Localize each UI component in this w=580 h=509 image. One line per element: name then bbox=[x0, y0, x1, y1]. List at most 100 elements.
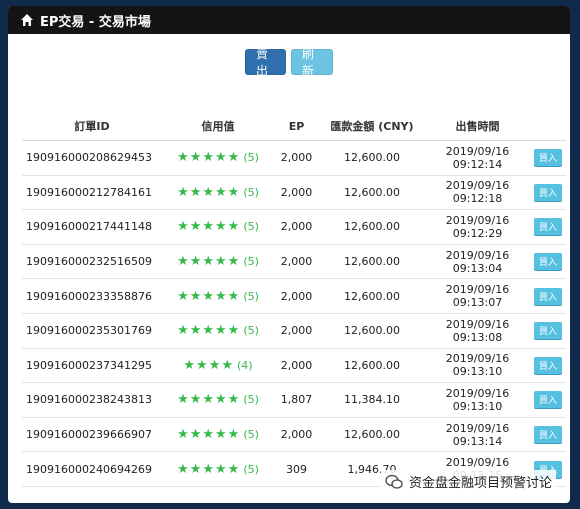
sell-button[interactable]: 賣出 bbox=[245, 47, 286, 78]
buy-button[interactable]: 買入 bbox=[534, 183, 562, 201]
ep-amount: 2,000 bbox=[280, 220, 313, 234]
watermark-text: 资金盘金融项目预警讨论 bbox=[408, 476, 552, 491]
star-rating-icon: ★★★★★ bbox=[177, 219, 241, 235]
credit-rating: ★★★★★ (5) bbox=[162, 392, 274, 407]
rating-value: (5) bbox=[243, 324, 259, 338]
rating-value: (5) bbox=[243, 220, 259, 234]
wechat-icon bbox=[385, 474, 403, 490]
sale-time: 2019/09/16 09:13:07 bbox=[445, 283, 510, 310]
buy-button[interactable]: 買入 bbox=[534, 253, 562, 271]
sale-time: 2019/09/16 09:13:14 bbox=[445, 421, 510, 448]
buy-button[interactable]: 買入 bbox=[534, 391, 562, 409]
credit-rating: ★★★★★ (5) bbox=[162, 150, 274, 165]
rating-value: (4) bbox=[237, 358, 253, 372]
star-rating-icon: ★★★★★ bbox=[177, 184, 241, 200]
sale-time: 2019/09/16 09:13:08 bbox=[445, 317, 510, 344]
order-id: 190916000240694269 bbox=[26, 462, 152, 476]
remittance-amount: 12,600.00 bbox=[344, 220, 400, 234]
credit-rating: ★★★★★ (5) bbox=[162, 427, 274, 442]
ep-amount: 2,000 bbox=[280, 428, 313, 442]
table-row: 190916000235301769 ★★★★★ (5) 2,000 12,600… bbox=[22, 314, 566, 349]
ep-amount: 309 bbox=[286, 462, 307, 476]
column-header-amount: 匯款金額 (CNY) bbox=[330, 120, 414, 133]
remittance-amount: 12,600.00 bbox=[344, 185, 400, 199]
ep-amount: 2,000 bbox=[280, 358, 313, 372]
star-rating-icon: ★★★★★ bbox=[177, 461, 241, 477]
order-id: 190916000233358876 bbox=[26, 289, 152, 303]
ep-amount: 1,807 bbox=[280, 393, 313, 407]
column-header-sale-time: 出售時間 bbox=[455, 120, 500, 133]
market-table: 訂單ID 信用值 EP 匯款金額 (CNY) 出售時間 190916000208… bbox=[22, 112, 566, 487]
table-row: 190916000232516509 ★★★★★ (5) 2,000 12,600… bbox=[22, 245, 566, 280]
home-icon[interactable] bbox=[20, 13, 34, 27]
order-id: 190916000237341295 bbox=[26, 358, 152, 372]
credit-rating: ★★★★★ (5) bbox=[162, 289, 274, 304]
star-rating-icon: ★★★★★ bbox=[177, 392, 241, 408]
sale-time: 2019/09/16 09:13:10 bbox=[445, 352, 510, 379]
credit-rating: ★★★★★ (5) bbox=[162, 219, 274, 234]
page-title: EP交易 - 交易市場 bbox=[40, 14, 151, 30]
remittance-amount: 12,600.00 bbox=[344, 358, 400, 372]
ep-amount: 2,000 bbox=[280, 289, 313, 303]
buy-button[interactable]: 買入 bbox=[534, 322, 562, 340]
sale-time: 2019/09/16 09:12:29 bbox=[445, 213, 510, 240]
star-rating-icon: ★★★★★ bbox=[177, 427, 241, 443]
credit-rating: ★★★★ (4) bbox=[162, 358, 274, 373]
title-bar: EP交易 - 交易市場 bbox=[8, 6, 570, 34]
ep-amount: 2,000 bbox=[280, 255, 313, 269]
star-rating-icon: ★★★★ bbox=[183, 357, 235, 373]
rating-value: (5) bbox=[243, 185, 259, 199]
table-row: 190916000237341295 ★★★★ (4) 2,000 12,600.… bbox=[22, 349, 566, 384]
table-row: 190916000238243813 ★★★★★ (5) 1,807 11,384… bbox=[22, 383, 566, 418]
column-header-ep: EP bbox=[288, 119, 305, 133]
table-row: 190916000233358876 ★★★★★ (5) 2,000 12,600… bbox=[22, 279, 566, 314]
app-window: EP交易 - 交易市場 賣出 刷新 訂單ID 信用值 EP 匯款金額 (CNY)… bbox=[8, 6, 570, 503]
rating-value: (5) bbox=[243, 151, 259, 165]
table-row: 190916000212784161 ★★★★★ (5) 2,000 12,600… bbox=[22, 176, 566, 211]
rating-value: (5) bbox=[243, 462, 259, 476]
rating-value: (5) bbox=[243, 289, 259, 303]
sale-time: 2019/09/16 09:13:04 bbox=[445, 248, 510, 275]
column-header-order-id: 訂單ID bbox=[74, 120, 110, 133]
rating-value: (5) bbox=[243, 393, 259, 407]
order-id: 190916000208629453 bbox=[26, 151, 152, 165]
remittance-amount: 12,600.00 bbox=[344, 428, 400, 442]
buy-button[interactable]: 買入 bbox=[534, 426, 562, 444]
column-header-credit: 信用值 bbox=[201, 120, 235, 133]
order-id: 190916000239666907 bbox=[26, 428, 152, 442]
sale-time: 2019/09/16 09:12:14 bbox=[445, 144, 510, 171]
star-rating-icon: ★★★★★ bbox=[177, 150, 241, 166]
order-id: 190916000235301769 bbox=[26, 324, 152, 338]
ep-amount: 2,000 bbox=[280, 324, 313, 338]
rating-value: (5) bbox=[243, 255, 259, 269]
star-rating-icon: ★★★★★ bbox=[177, 288, 241, 304]
remittance-amount: 12,600.00 bbox=[344, 151, 400, 165]
remittance-amount: 11,384.10 bbox=[344, 393, 400, 407]
sale-time: 2019/09/16 09:12:18 bbox=[445, 179, 510, 206]
order-id: 190916000212784161 bbox=[26, 185, 152, 199]
credit-rating: ★★★★★ (5) bbox=[162, 185, 274, 200]
buy-button[interactable]: 買入 bbox=[534, 356, 562, 374]
table-row: 190916000239666907 ★★★★★ (5) 2,000 12,600… bbox=[22, 418, 566, 453]
remittance-amount: 12,600.00 bbox=[344, 255, 400, 269]
remittance-amount: 12,600.00 bbox=[344, 324, 400, 338]
order-id: 190916000217441148 bbox=[26, 220, 152, 234]
remittance-amount: 12,600.00 bbox=[344, 289, 400, 303]
credit-rating: ★★★★★ (5) bbox=[162, 462, 274, 477]
table-row: 190916000217441148 ★★★★★ (5) 2,000 12,600… bbox=[22, 210, 566, 245]
credit-rating: ★★★★★ (5) bbox=[162, 323, 274, 338]
table-row: 190916000208629453 ★★★★★ (5) 2,000 12,600… bbox=[22, 141, 566, 176]
action-toolbar: 賣出 刷新 bbox=[8, 47, 570, 78]
watermark: 资金盘金融项目预警讨论 bbox=[380, 470, 556, 493]
buy-button[interactable]: 買入 bbox=[534, 287, 562, 305]
buy-button[interactable]: 買入 bbox=[534, 149, 562, 167]
rating-value: (5) bbox=[243, 428, 259, 442]
sale-time: 2019/09/16 09:13:10 bbox=[445, 386, 510, 413]
order-id: 190916000232516509 bbox=[26, 255, 152, 269]
buy-button[interactable]: 買入 bbox=[534, 218, 562, 236]
refresh-button[interactable]: 刷新 bbox=[291, 47, 333, 78]
ep-amount: 2,000 bbox=[280, 151, 313, 165]
ep-amount: 2,000 bbox=[280, 185, 313, 199]
credit-rating: ★★★★★ (5) bbox=[162, 254, 274, 269]
star-rating-icon: ★★★★★ bbox=[177, 323, 241, 339]
